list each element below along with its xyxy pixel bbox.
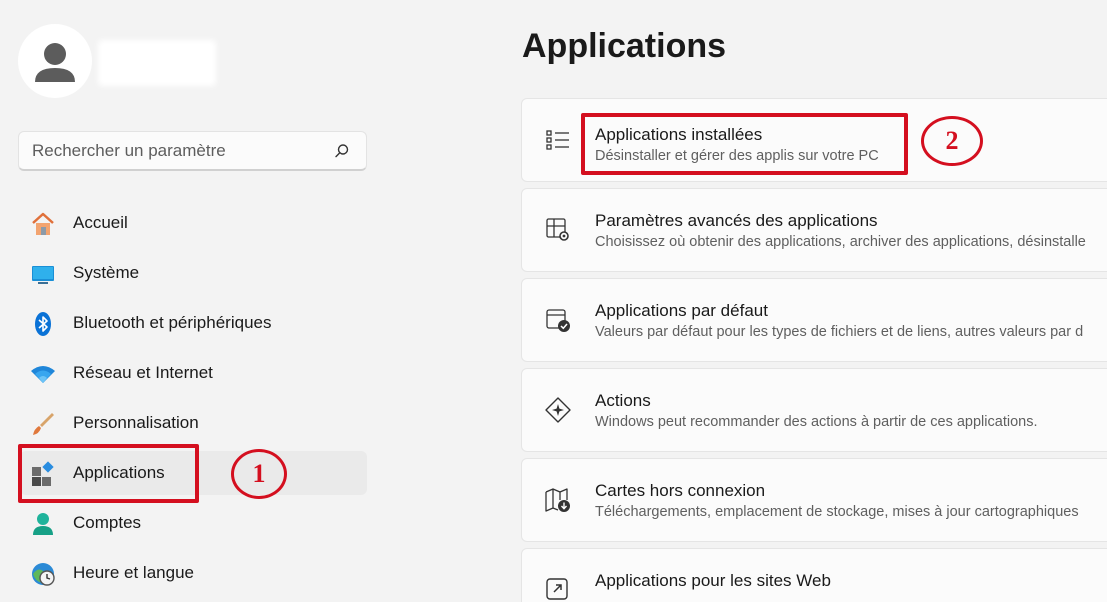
clock-globe-icon: [32, 563, 55, 586]
card-web-apps[interactable]: Applications pour les sites Web: [521, 548, 1107, 602]
highlight-box-2: [581, 113, 908, 175]
card-title: Applications pour les sites Web: [595, 571, 831, 590]
sidebar-item-time-language[interactable]: Heure et langue: [20, 551, 367, 595]
sidebar-item-accounts[interactable]: Comptes: [20, 501, 367, 545]
bluetooth-icon: [35, 312, 51, 336]
card-title: Paramètres avancés des applications: [595, 211, 878, 230]
default-apps-icon: [546, 309, 570, 332]
list-icon: [546, 130, 569, 150]
username-redacted: [98, 40, 216, 86]
card-description: Valeurs par défaut pour les types de fic…: [595, 324, 1084, 340]
page-title: Applications: [522, 27, 727, 65]
sidebar: Accueil Système Bluetooth et périphériqu…: [0, 0, 380, 602]
card-title: Cartes hors connexion: [595, 481, 766, 500]
user-avatar[interactable]: [18, 24, 92, 98]
actions-icon: [545, 397, 571, 423]
sidebar-item-home[interactable]: Accueil: [20, 201, 367, 245]
sidebar-item-label: Accueil: [73, 213, 128, 232]
card-description: Choisissez où obtenir des applications, …: [595, 234, 1086, 250]
sidebar-item-label: Système: [73, 263, 140, 282]
person-icon: [33, 513, 53, 535]
person-icon: [35, 43, 75, 82]
app-settings-icon: [546, 218, 569, 241]
search-input[interactable]: [32, 132, 332, 169]
annotation-marker-2: 2: [921, 116, 983, 166]
card-title: Actions: [595, 391, 651, 410]
card-description: Téléchargements, emplacement de stockage…: [595, 504, 1079, 520]
search-icon[interactable]: [334, 143, 350, 159]
home-icon: [32, 212, 54, 235]
sidebar-item-label: Bluetooth et périphériques: [73, 313, 272, 332]
monitor-icon: [32, 266, 54, 284]
card-offline-maps[interactable]: Cartes hors connexion Téléchargements, e…: [521, 458, 1107, 542]
brush-icon: [33, 413, 54, 435]
sidebar-item-network[interactable]: Réseau et Internet: [20, 351, 367, 395]
wifi-icon: [31, 366, 55, 383]
web-apps-icon: [546, 578, 568, 600]
highlight-box-1: [18, 444, 199, 503]
card-description: Windows peut recommander des actions à p…: [595, 414, 1038, 430]
offline-map-icon: [545, 488, 570, 512]
search-box[interactable]: [18, 131, 367, 171]
sidebar-item-system[interactable]: Système: [20, 251, 367, 295]
card-default-apps[interactable]: Applications par défaut Valeurs par défa…: [521, 278, 1107, 362]
card-actions[interactable]: Actions Windows peut recommander des act…: [521, 368, 1107, 452]
sidebar-item-label: Personnalisation: [73, 413, 199, 432]
card-advanced-app-settings[interactable]: Paramètres avancés des applications Choi…: [521, 188, 1107, 272]
sidebar-item-label: Comptes: [73, 513, 142, 532]
sidebar-item-bluetooth[interactable]: Bluetooth et périphériques: [20, 301, 367, 345]
card-title: Applications par défaut: [595, 301, 768, 320]
annotation-marker-1: 1: [231, 449, 287, 499]
sidebar-item-personalization[interactable]: Personnalisation: [20, 401, 367, 445]
sidebar-item-label: Réseau et Internet: [73, 363, 213, 382]
sidebar-item-label: Heure et langue: [73, 563, 194, 582]
